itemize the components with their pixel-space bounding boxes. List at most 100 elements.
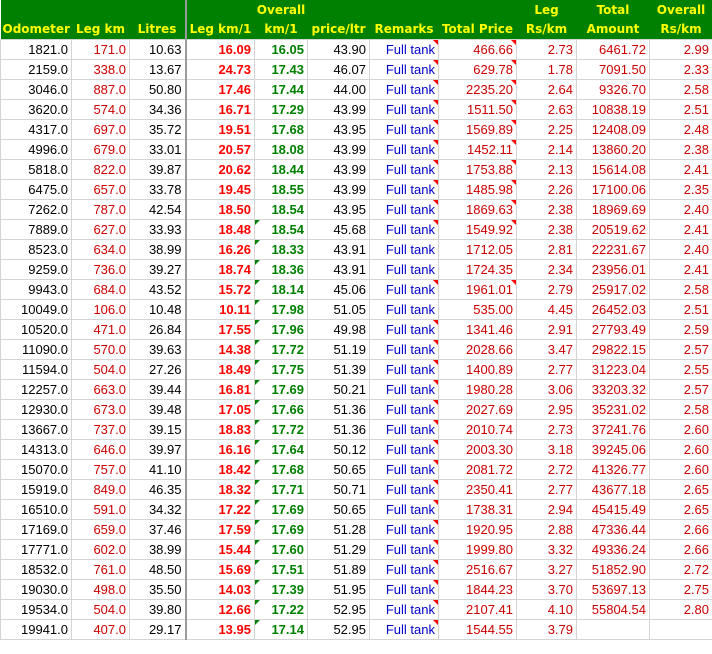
leg-km-cell[interactable]: 504.0 bbox=[71, 599, 130, 620]
overall-rs-per-km-cell[interactable]: 2.57 bbox=[649, 339, 712, 360]
remarks-cell[interactable]: Full tank bbox=[369, 559, 439, 580]
overall-rs-per-km-cell[interactable]: 2.59 bbox=[649, 319, 712, 340]
odometer-cell[interactable]: 12257.0 bbox=[0, 379, 72, 400]
header-cell[interactable] bbox=[185, 0, 255, 20]
leg-kml-cell[interactable]: 17.22 bbox=[185, 499, 255, 520]
overall-kml-cell[interactable]: 17.44 bbox=[254, 79, 308, 100]
total-amount-cell[interactable]: 12408.09 bbox=[576, 119, 650, 140]
total-amount-cell[interactable]: 51852.90 bbox=[576, 559, 650, 580]
overall-rs-per-km-cell[interactable]: 2.40 bbox=[649, 239, 712, 260]
leg-km-cell[interactable]: 627.0 bbox=[71, 219, 130, 240]
odometer-cell[interactable]: 3620.0 bbox=[0, 99, 72, 120]
remarks-cell[interactable]: Full tank bbox=[369, 539, 439, 560]
overall-kml-cell[interactable]: 18.08 bbox=[254, 139, 308, 160]
odometer-cell[interactable]: 13667.0 bbox=[0, 419, 72, 440]
odometer-cell[interactable]: 10049.0 bbox=[0, 299, 72, 320]
remarks-cell[interactable]: Full tank bbox=[369, 439, 439, 460]
overall-kml-cell[interactable]: 17.96 bbox=[254, 319, 308, 340]
overall-kml-cell[interactable]: 17.71 bbox=[254, 479, 308, 500]
litres-cell[interactable]: 48.50 bbox=[129, 559, 187, 580]
total-amount-cell[interactable]: 17100.06 bbox=[576, 179, 650, 200]
litres-cell[interactable]: 46.35 bbox=[129, 479, 187, 500]
overall-kml-cell[interactable]: 17.60 bbox=[254, 539, 308, 560]
remarks-cell[interactable]: Full tank bbox=[369, 599, 439, 620]
litres-cell[interactable]: 34.32 bbox=[129, 499, 187, 520]
litres-cell[interactable]: 38.99 bbox=[129, 239, 187, 260]
odometer-cell[interactable]: 18532.0 bbox=[0, 559, 72, 580]
leg-kml-cell[interactable]: 17.05 bbox=[185, 399, 255, 420]
litres-cell[interactable]: 33.78 bbox=[129, 179, 187, 200]
header-leg-km[interactable]: Leg km bbox=[71, 20, 130, 40]
leg-km-cell[interactable]: 591.0 bbox=[71, 499, 130, 520]
leg-rs-per-km-cell[interactable]: 2.77 bbox=[516, 359, 577, 380]
litres-cell[interactable]: 13.67 bbox=[129, 59, 187, 80]
price-per-litre-cell[interactable]: 43.99 bbox=[307, 179, 370, 200]
total-price-cell[interactable]: 1980.28 bbox=[438, 379, 517, 400]
price-per-litre-cell[interactable]: 43.91 bbox=[307, 239, 370, 260]
total-amount-cell[interactable]: 9326.70 bbox=[576, 79, 650, 100]
total-price-cell[interactable]: 1549.92 bbox=[438, 219, 517, 240]
overall-kml-cell[interactable]: 18.14 bbox=[254, 279, 308, 300]
header-cell[interactable] bbox=[71, 0, 130, 20]
odometer-cell[interactable]: 2159.0 bbox=[0, 59, 72, 80]
overall-rs-per-km-cell[interactable]: 2.41 bbox=[649, 259, 712, 280]
litres-cell[interactable]: 50.80 bbox=[129, 79, 187, 100]
overall-rs-per-km-cell[interactable]: 2.41 bbox=[649, 219, 712, 240]
overall-rs-per-km-cell[interactable]: 2.58 bbox=[649, 399, 712, 420]
leg-km-cell[interactable]: 504.0 bbox=[71, 359, 130, 380]
total-price-cell[interactable]: 2010.74 bbox=[438, 419, 517, 440]
odometer-cell[interactable]: 17169.0 bbox=[0, 519, 72, 540]
leg-kml-cell[interactable]: 15.72 bbox=[185, 279, 255, 300]
leg-kml-cell[interactable]: 20.62 bbox=[185, 159, 255, 180]
leg-km-cell[interactable]: 736.0 bbox=[71, 259, 130, 280]
remarks-cell[interactable]: Full tank bbox=[369, 339, 439, 360]
odometer-cell[interactable]: 8523.0 bbox=[0, 239, 72, 260]
litres-cell[interactable]: 41.10 bbox=[129, 459, 187, 480]
price-per-litre-cell[interactable]: 43.99 bbox=[307, 99, 370, 120]
litres-cell[interactable]: 39.27 bbox=[129, 259, 187, 280]
overall-rs-per-km-cell[interactable]: 2.51 bbox=[649, 299, 712, 320]
overall-kml-cell[interactable]: 17.66 bbox=[254, 399, 308, 420]
leg-rs-per-km-cell[interactable]: 4.10 bbox=[516, 599, 577, 620]
remarks-cell[interactable]: Full tank bbox=[369, 159, 439, 180]
overall-kml-cell[interactable]: 17.75 bbox=[254, 359, 308, 380]
odometer-cell[interactable]: 4317.0 bbox=[0, 119, 72, 140]
leg-kml-cell[interactable]: 18.32 bbox=[185, 479, 255, 500]
leg-rs-per-km-cell[interactable]: 3.06 bbox=[516, 379, 577, 400]
total-amount-cell[interactable]: 23956.01 bbox=[576, 259, 650, 280]
header-cell[interactable]: Overall bbox=[649, 0, 712, 20]
leg-km-cell[interactable]: 471.0 bbox=[71, 319, 130, 340]
litres-cell[interactable]: 39.80 bbox=[129, 599, 187, 620]
total-price-cell[interactable]: 1844.23 bbox=[438, 579, 517, 600]
total-amount-cell[interactable]: 13860.20 bbox=[576, 139, 650, 160]
overall-rs-per-km-cell[interactable]: 2.65 bbox=[649, 479, 712, 500]
total-amount-cell[interactable]: 39245.06 bbox=[576, 439, 650, 460]
total-price-cell[interactable]: 1400.89 bbox=[438, 359, 517, 380]
leg-km-cell[interactable]: 574.0 bbox=[71, 99, 130, 120]
overall-kml-cell[interactable]: 18.44 bbox=[254, 159, 308, 180]
odometer-cell[interactable]: 11594.0 bbox=[0, 359, 72, 380]
total-price-cell[interactable]: 1920.95 bbox=[438, 519, 517, 540]
price-per-litre-cell[interactable]: 50.65 bbox=[307, 499, 370, 520]
overall-rs-per-km-cell[interactable]: 2.55 bbox=[649, 359, 712, 380]
overall-kml-cell[interactable]: 17.29 bbox=[254, 99, 308, 120]
overall-kml-cell[interactable]: 17.69 bbox=[254, 379, 308, 400]
litres-cell[interactable]: 39.48 bbox=[129, 399, 187, 420]
leg-rs-per-km-cell[interactable]: 2.38 bbox=[516, 219, 577, 240]
odometer-cell[interactable]: 7889.0 bbox=[0, 219, 72, 240]
odometer-cell[interactable]: 9259.0 bbox=[0, 259, 72, 280]
leg-km-cell[interactable]: 171.0 bbox=[71, 39, 130, 60]
odometer-cell[interactable]: 19534.0 bbox=[0, 599, 72, 620]
leg-km-cell[interactable]: 822.0 bbox=[71, 159, 130, 180]
leg-kml-cell[interactable]: 10.11 bbox=[185, 299, 255, 320]
litres-cell[interactable]: 39.44 bbox=[129, 379, 187, 400]
leg-kml-cell[interactable]: 17.46 bbox=[185, 79, 255, 100]
total-amount-cell[interactable]: 45415.49 bbox=[576, 499, 650, 520]
total-price-cell[interactable]: 2516.67 bbox=[438, 559, 517, 580]
overall-kml-cell[interactable]: 17.14 bbox=[254, 619, 308, 640]
litres-cell[interactable]: 39.87 bbox=[129, 159, 187, 180]
overall-kml-cell[interactable]: 17.43 bbox=[254, 59, 308, 80]
header-leg-kml[interactable]: Leg km/1 bbox=[185, 20, 255, 40]
remarks-cell[interactable]: Full tank bbox=[369, 79, 439, 100]
total-price-cell[interactable]: 1753.88 bbox=[438, 159, 517, 180]
